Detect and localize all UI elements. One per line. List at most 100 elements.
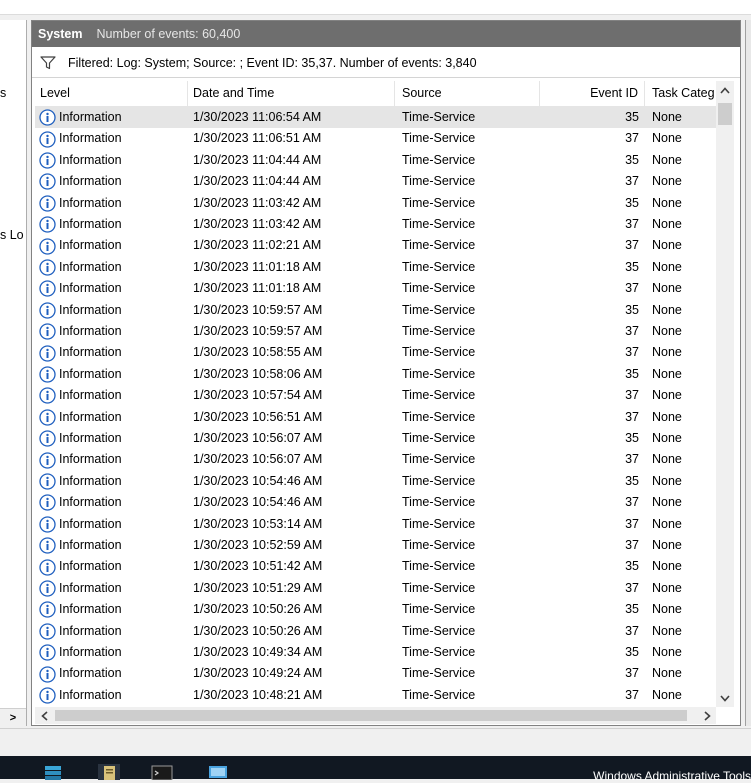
level-cell: Information — [35, 578, 188, 599]
chevron-down-icon — [720, 694, 730, 702]
event-id-cell: 35 — [625, 195, 639, 210]
scroll-left-button[interactable] — [35, 707, 53, 724]
event-row[interactable]: Information 1/30/2023 11:01:18 AM Time-Ser… — [35, 278, 716, 299]
source-cell: Time-Service — [402, 345, 476, 360]
event-row[interactable]: Information 1/30/2023 10:56:51 AM Time-Ser… — [35, 407, 716, 428]
information-icon — [39, 195, 56, 212]
vertical-scroll-thumb[interactable] — [718, 103, 732, 125]
level-cell: Information — [35, 321, 188, 342]
column-header-level[interactable]: Level — [35, 81, 188, 106]
level-text: Information — [59, 516, 122, 531]
scroll-up-button[interactable] — [716, 81, 734, 99]
event-id-cell: 37 — [625, 388, 639, 403]
level-text: Information — [59, 131, 122, 146]
scroll-down-button[interactable] — [716, 689, 734, 707]
event-id-cell: 37 — [625, 131, 639, 146]
event-row[interactable]: Information 1/30/2023 10:52:59 AM Time-Ser… — [35, 535, 716, 556]
source-cell: Time-Service — [402, 366, 476, 381]
horizontal-scrollbar[interactable] — [35, 707, 716, 724]
tree-item-fragment[interactable]: s — [0, 86, 6, 100]
scroll-right-button[interactable] — [698, 707, 716, 724]
log-name: System — [38, 27, 83, 41]
event-row[interactable]: Information 1/30/2023 11:02:21 AM Time-Ser… — [35, 235, 716, 256]
date-time-cell: 1/30/2023 10:50:26 AM — [193, 623, 323, 638]
task-category-cell: None — [652, 388, 682, 403]
event-row[interactable]: Information 1/30/2023 10:59:57 AM Time-Ser… — [35, 321, 716, 342]
event-row[interactable]: Information 1/30/2023 10:49:34 AM Time-Ser… — [35, 642, 716, 663]
date-time-cell: 1/30/2023 10:50:26 AM — [193, 602, 323, 617]
server-manager-icon[interactable] — [42, 764, 64, 780]
column-header-event-id[interactable]: Event ID — [540, 81, 645, 106]
column-header-task-category[interactable]: Task Categ — [645, 81, 716, 106]
level-text: Information — [59, 645, 122, 659]
event-row[interactable]: Information 1/30/2023 11:03:42 AM Time-Ser… — [35, 214, 716, 235]
task-category-cell: None — [652, 687, 682, 702]
level-cell: Information — [35, 171, 188, 192]
level-cell: Information — [35, 385, 188, 406]
tree-scroll-right-button[interactable]: > — [0, 708, 26, 727]
source-cell: Time-Service — [402, 238, 476, 253]
event-row[interactable]: Information 1/30/2023 10:51:42 AM Time-Ser… — [35, 556, 716, 577]
vertical-scrollbar[interactable] — [716, 81, 734, 707]
event-row[interactable]: Information 1/30/2023 10:54:46 AM Time-Ser… — [35, 471, 716, 492]
level-cell: Information — [35, 257, 188, 278]
level-text: Information — [59, 324, 122, 338]
event-row[interactable]: Information 1/30/2023 10:56:07 AM Time-Ser… — [35, 449, 716, 470]
event-row[interactable]: Information 1/30/2023 11:03:42 AM Time-Ser… — [35, 193, 716, 214]
event-row[interactable]: Information 1/30/2023 10:56:07 AM Time-Ser… — [35, 428, 716, 449]
tree-item-fragment[interactable]: s Lo — [0, 228, 24, 242]
event-row[interactable]: Information 1/30/2023 11:06:54 AM Time-Ser… — [35, 107, 716, 129]
console-tree-pane[interactable]: s s Lo — [0, 20, 27, 726]
taskbar-app-title[interactable]: Windows Administrative Tools — [593, 769, 751, 783]
event-id-cell: 35 — [625, 559, 639, 574]
event-row[interactable]: Information 1/30/2023 10:59:57 AM Time-Ser… — [35, 300, 716, 321]
chevron-right-icon — [703, 710, 711, 721]
event-viewer-icon[interactable] — [98, 764, 120, 780]
remote-desktop-icon[interactable] — [207, 764, 229, 780]
level-text: Information — [59, 281, 122, 296]
level-cell: Information — [35, 449, 188, 470]
event-row[interactable]: Information 1/30/2023 10:51:29 AM Time-Ser… — [35, 578, 716, 599]
source-cell: Time-Service — [402, 195, 476, 210]
source-cell: Time-Service — [402, 687, 476, 702]
event-id-cell: 37 — [625, 538, 639, 552]
task-category-cell: None — [652, 452, 682, 467]
event-row[interactable]: Information 1/30/2023 11:01:18 AM Time-Ser… — [35, 257, 716, 278]
event-row[interactable]: Information 1/30/2023 10:54:46 AM Time-Ser… — [35, 492, 716, 513]
date-time-cell: 1/30/2023 11:04:44 AM — [193, 174, 322, 189]
date-time-cell: 1/30/2023 11:03:42 AM — [193, 217, 322, 231]
source-cell: Time-Service — [402, 645, 476, 659]
task-category-cell: None — [652, 580, 682, 595]
level-text: Information — [59, 580, 122, 595]
event-row[interactable]: Information 1/30/2023 10:48:21 AM Time-Ser… — [35, 685, 716, 706]
horizontal-scroll-thumb[interactable] — [55, 710, 687, 721]
events-grid[interactable]: Level Date and Time Source Event ID Task… — [35, 81, 716, 707]
task-category-cell: None — [652, 110, 682, 124]
event-row[interactable]: Information 1/30/2023 10:58:06 AM Time-Ser… — [35, 364, 716, 385]
event-row[interactable]: Information 1/30/2023 11:04:44 AM Time-Ser… — [35, 150, 716, 171]
date-time-cell: 1/30/2023 10:57:54 AM — [193, 388, 323, 403]
event-row[interactable]: Information 1/30/2023 10:49:24 AM Time-Ser… — [35, 663, 716, 684]
events-pane: System Number of events: 60,400 Filtered… — [31, 20, 741, 726]
event-row[interactable]: Information 1/30/2023 10:53:14 AM Time-Ser… — [35, 514, 716, 535]
event-row[interactable]: Information 1/30/2023 11:04:44 AM Time-Ser… — [35, 171, 716, 192]
level-cell: Information — [35, 492, 188, 513]
command-prompt-icon[interactable] — [151, 764, 173, 780]
event-row[interactable]: Information 1/30/2023 10:50:26 AM Time-Ser… — [35, 621, 716, 642]
information-icon — [39, 687, 56, 704]
event-row[interactable]: Information 1/30/2023 11:06:51 AM Time-Ser… — [35, 128, 716, 149]
task-category-cell: None — [652, 345, 682, 360]
level-cell: Information — [35, 278, 188, 299]
event-row[interactable]: Information 1/30/2023 10:58:55 AM Time-Ser… — [35, 342, 716, 363]
information-icon — [39, 665, 56, 683]
column-header-date-time[interactable]: Date and Time — [188, 81, 395, 106]
column-header-source[interactable]: Source — [395, 81, 540, 106]
level-text: Information — [59, 259, 122, 274]
task-category-cell: None — [652, 473, 682, 488]
date-time-cell: 1/30/2023 10:58:06 AM — [193, 366, 323, 381]
filter-funnel-icon — [40, 55, 56, 69]
event-row[interactable]: Information 1/30/2023 10:57:54 AM Time-Ser… — [35, 385, 716, 406]
event-row[interactable]: Information 1/30/2023 10:50:26 AM Time-Ser… — [35, 599, 716, 620]
level-cell: Information — [35, 685, 188, 706]
level-cell: Information — [35, 364, 188, 385]
